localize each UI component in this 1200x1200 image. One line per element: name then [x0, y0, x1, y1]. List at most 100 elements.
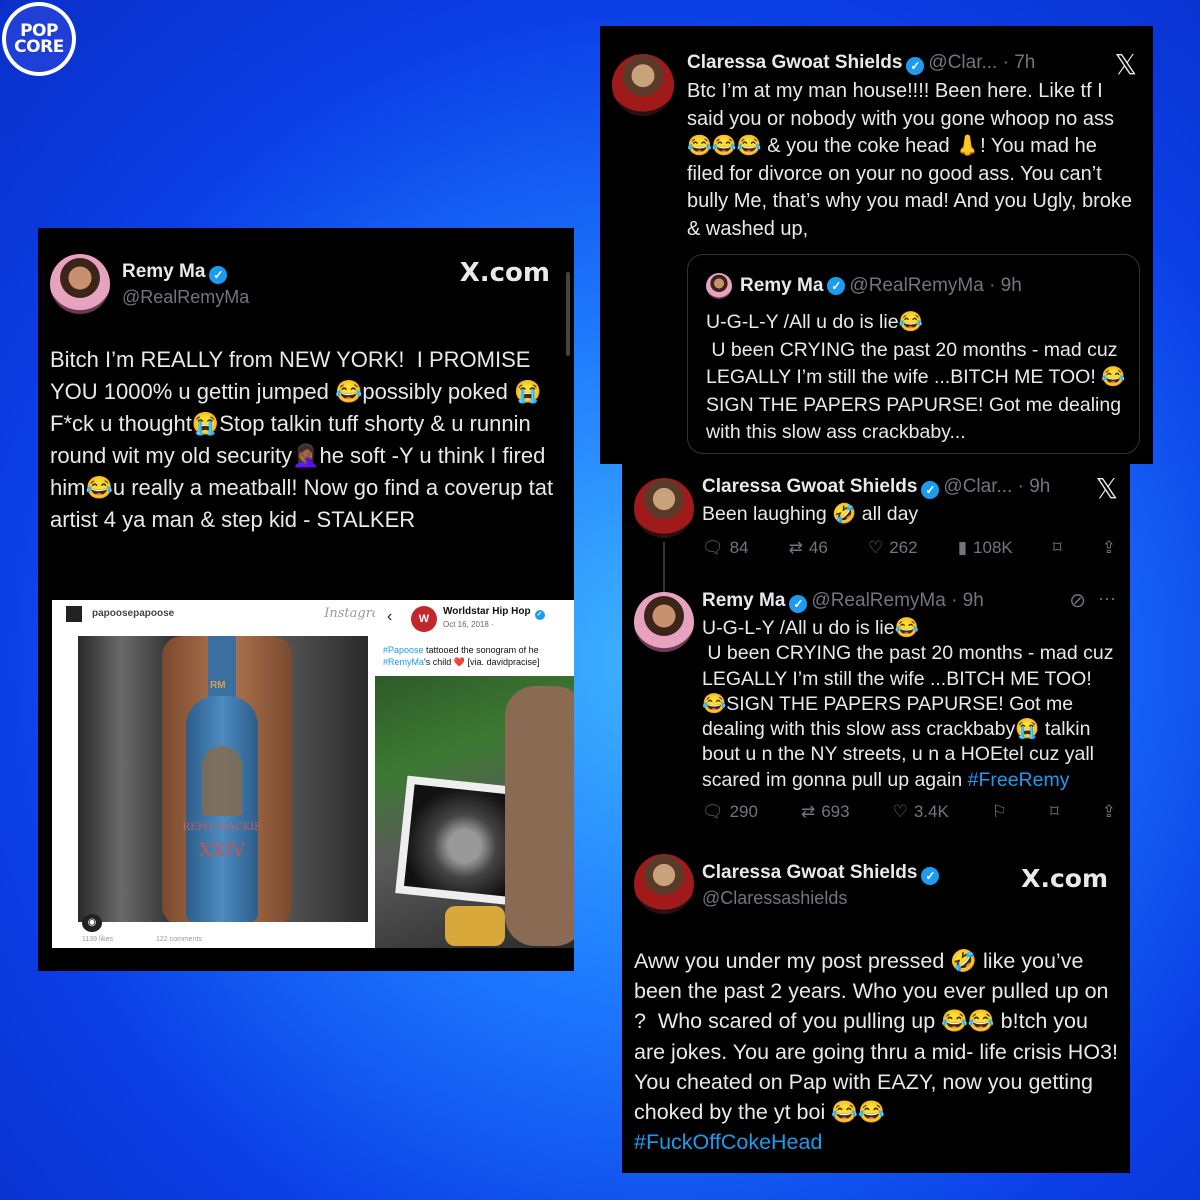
x-com-label: X.com	[459, 258, 550, 288]
flag-icon: ⚐	[991, 802, 1008, 821]
x-icon[interactable]: 𝕏	[1095, 472, 1118, 505]
author-name[interactable]: Claressa Gwoat Shields	[702, 862, 917, 883]
reply-icon: 🗨	[702, 538, 724, 557]
tattoo-rm: RM	[210, 680, 226, 691]
share-icon: ⇪	[1101, 538, 1116, 557]
reply-count: 290	[729, 802, 758, 821]
share-button[interactable]: ⇪	[1102, 802, 1116, 822]
author-name[interactable]: Remy Ma	[122, 261, 205, 282]
worldstar-caption: #Papoose tattooed the sonogram of he #Re…	[383, 644, 573, 668]
reply-count: 84	[729, 538, 749, 557]
remy-tweet-card: Remy Ma ✓ @RealRemyMa X.com Bitch I’m REA…	[38, 228, 574, 971]
tweet-actions: 🗨 290 ⇄ 693 ♡ 3.4K ⚐ ⌑ ⇪	[702, 802, 1116, 822]
quoted-tweet[interactable]: Remy Ma ✓ @RealRemyMa · 9h U-G-L-Y /All u …	[687, 254, 1140, 454]
repost-icon: ⇄	[800, 802, 816, 821]
tweet-header: Remy Ma ✓ @RealRemyMa · 9h	[702, 590, 984, 613]
heart-icon: ♡	[867, 538, 884, 557]
avatar[interactable]	[634, 592, 694, 652]
quoted-avatar[interactable]	[706, 273, 732, 299]
worldstar-date: Oct 16, 2018 ·	[443, 620, 494, 629]
like-button[interactable]: ♡ 3.4K	[893, 802, 949, 822]
sonogram-photo	[375, 676, 574, 948]
back-arrow-icon[interactable]: ‹	[387, 608, 392, 626]
author-handle[interactable]: @RealRemyMa · 9h	[811, 590, 983, 611]
ig-profile-icon	[66, 606, 82, 622]
view-count: 108K	[973, 538, 1013, 557]
tweet-actions: 🗨 84 ⇄ 46 ♡ 262 ▮ 108K ⌑ ⇪	[702, 538, 1116, 558]
caption-text: tattooed the sonogram of he	[423, 645, 539, 655]
quoted-tweet-text: U-G-L-Y /All u do is lie😂 U been CRYING …	[706, 311, 1126, 443]
bookmark-icon: ⌑	[1052, 538, 1062, 557]
bookmark-button[interactable]: ⌑	[1050, 802, 1059, 822]
tweet-header: Claressa Gwoat Shields ✓ @Clar... · 7h	[687, 52, 1035, 75]
claressa-quote-tweet-card: Claressa Gwoat Shields ✓ @Clar... · 7h 𝕏 B…	[600, 26, 1153, 464]
reply-button[interactable]: 🗨 290	[702, 802, 758, 822]
worldstar-name: Worldstar Hip Hop	[443, 606, 531, 617]
like-count: 262	[889, 538, 918, 557]
views-button[interactable]: ▮ 108K	[958, 538, 1013, 558]
avatar[interactable]	[634, 854, 694, 914]
author-handle[interactable]: @RealRemyMa	[122, 287, 249, 308]
verified-badge-icon: ✓	[827, 277, 846, 295]
author-name[interactable]: Claressa Gwoat Shields	[702, 476, 917, 497]
author-handle[interactable]: @Clar... · 7h	[928, 52, 1035, 73]
camera-icon: ◉	[82, 914, 102, 932]
instagram-post-image[interactable]: papoosepapoose Instagram RM REMY MACKIE …	[52, 600, 406, 948]
share-button[interactable]: ⇪	[1102, 538, 1116, 558]
hashtag-fuckoffcokehead[interactable]: #FuckOffCokeHead	[634, 1130, 822, 1154]
like-count: 3.4K	[913, 802, 949, 821]
caption-hashtag-papoose[interactable]: #Papoose	[383, 645, 424, 655]
scrollbar[interactable]	[566, 272, 570, 356]
heart-icon: ♡	[892, 802, 908, 821]
tweet-text: U-G-L-Y /All u do is lie😂 U been CRYING …	[702, 616, 1114, 793]
reply-icon: 🗨	[702, 802, 724, 821]
flag-button[interactable]: ⚐	[992, 802, 1007, 822]
repost-count: 46	[808, 538, 828, 557]
tweet-text: Been laughing 🤣 all day	[702, 503, 919, 525]
ig-likes: 1139 likes	[82, 936, 114, 943]
caption-hashtag-remyma[interactable]: #RemyMa	[383, 657, 424, 667]
tattoo-number: XXIV	[199, 840, 245, 861]
repost-button[interactable]: ⇄ 693	[801, 802, 850, 822]
popcore-logo: POP CORE	[2, 2, 76, 76]
tattoo-photo: RM REMY MACKIE XXIV	[78, 636, 368, 922]
tweet-header: Claressa Gwoat Shields ✓	[702, 862, 943, 885]
thread-line	[663, 542, 665, 592]
author-handle[interactable]: @Claressashields	[702, 888, 847, 909]
verified-badge-icon: ✓	[921, 481, 940, 499]
more-options-icon[interactable]: ···	[1098, 588, 1116, 609]
caption-text-end: 's child ❤️ [via. davidpracise]	[424, 657, 540, 667]
verified-badge-icon: ✓	[921, 867, 940, 885]
reply-button[interactable]: 🗨 84	[702, 538, 749, 558]
ig-comments: 122 comments	[156, 936, 202, 943]
logo-line2: CORE	[14, 37, 64, 57]
tweet-text: Aww you under my post pressed 🤣 like you…	[634, 946, 1122, 1157]
verified-badge-icon: ✓	[906, 57, 925, 75]
grok-icon[interactable]: ⊘	[1069, 588, 1086, 613]
author-name[interactable]: Claressa Gwoat Shields	[687, 52, 902, 73]
ig-username: papoosepapoose	[92, 608, 175, 619]
avatar[interactable]	[612, 54, 674, 116]
tweet-header: Claressa Gwoat Shields ✓ @Clar... · 9h	[702, 476, 1050, 499]
quoted-author-name[interactable]: Remy Ma	[740, 275, 823, 297]
x-com-label: X.com	[1021, 864, 1108, 893]
worldstar-avatar: W	[411, 606, 437, 632]
worldstar-post-image[interactable]: ‹ W Worldstar Hip Hop ✓ Oct 16, 2018 · #P…	[375, 600, 574, 948]
tweet-text: Bitch I’m REALLY from NEW YORK! I PROMIS…	[50, 347, 560, 532]
x-icon[interactable]: 𝕏	[1114, 48, 1137, 81]
bookmark-icon: ⌑	[1050, 802, 1059, 821]
quoted-author-handle[interactable]: @RealRemyMa · 9h	[849, 275, 1021, 297]
author-name[interactable]: Remy Ma	[702, 590, 785, 611]
bottle-tattoo: RM REMY MACKIE XXIV	[182, 636, 262, 922]
share-icon: ⇪	[1101, 802, 1116, 821]
bookmark-button[interactable]: ⌑	[1053, 538, 1062, 558]
avatar[interactable]	[634, 478, 694, 538]
author-handle[interactable]: @Clar... · 9h	[943, 476, 1050, 497]
repost-button[interactable]: ⇄ 46	[789, 538, 828, 558]
tweet-body: Aww you under my post pressed 🤣 like you…	[634, 949, 1124, 1125]
like-button[interactable]: ♡ 262	[868, 538, 918, 558]
verified-badge-icon: ✓	[209, 265, 228, 284]
hashtag-freeremy[interactable]: #FreeRemy	[968, 769, 1070, 791]
verified-badge-icon: ✓	[534, 610, 545, 620]
avatar[interactable]	[50, 254, 110, 314]
